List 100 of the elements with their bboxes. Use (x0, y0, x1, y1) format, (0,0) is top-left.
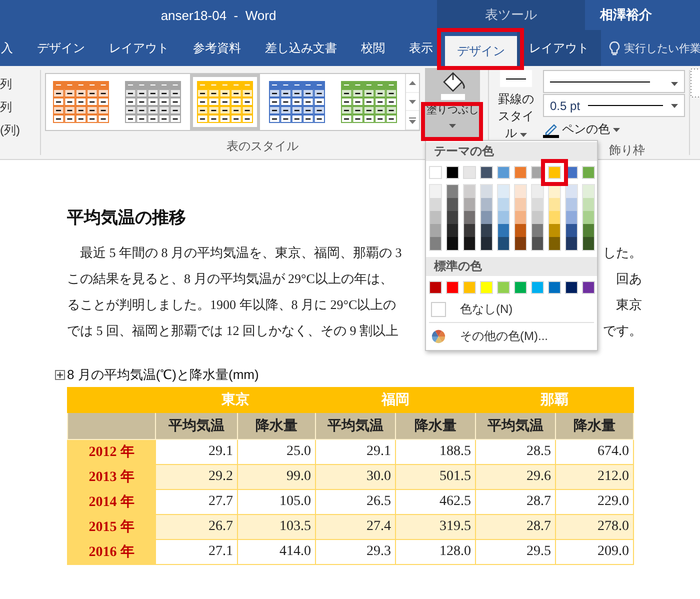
color-swatch[interactable] (515, 185, 526, 198)
scroll-down-icon[interactable] (409, 100, 416, 104)
color-swatch[interactable] (463, 281, 476, 294)
color-swatch[interactable] (532, 237, 543, 250)
ribbon-tab[interactable]: レイアウト (517, 30, 601, 66)
ribbon-tab[interactable]: レイアウト (97, 30, 181, 66)
color-swatch[interactable] (583, 237, 594, 250)
color-swatch[interactable] (582, 281, 595, 294)
color-swatch[interactable] (429, 166, 442, 179)
color-swatch[interactable] (583, 211, 594, 224)
color-swatch[interactable] (549, 211, 560, 224)
caret-icon (671, 104, 678, 108)
table-style-thumbnail[interactable] (190, 74, 260, 130)
border-style-button[interactable]: 罫線の スタイル (493, 70, 539, 142)
color-swatch[interactable] (514, 281, 527, 294)
color-swatch[interactable] (515, 211, 526, 224)
color-swatch[interactable] (566, 224, 577, 237)
color-swatch[interactable] (566, 237, 577, 250)
caret-icon (613, 128, 620, 132)
color-swatch[interactable] (497, 281, 510, 294)
color-swatch[interactable] (515, 237, 526, 250)
ribbon-tab[interactable]: デザイン (25, 30, 97, 66)
color-swatch[interactable] (497, 166, 510, 179)
more-icon[interactable] (409, 116, 416, 124)
table-cell: 414.0 (238, 540, 316, 564)
color-swatch[interactable] (481, 198, 492, 211)
color-swatch[interactable] (566, 198, 577, 211)
color-swatch[interactable] (430, 198, 441, 211)
line-style-dropdown[interactable] (543, 70, 685, 93)
color-swatch[interactable] (447, 237, 458, 250)
style-option[interactable]: 列 (0, 99, 40, 116)
color-swatch[interactable] (480, 281, 493, 294)
color-swatch[interactable] (481, 237, 492, 250)
color-swatch[interactable] (430, 185, 441, 198)
color-swatch[interactable] (447, 185, 458, 198)
color-swatch[interactable] (481, 185, 492, 198)
ribbon-tab[interactable]: 入 (0, 30, 25, 66)
color-swatch[interactable] (548, 281, 561, 294)
color-swatch[interactable] (531, 281, 544, 294)
color-swatch[interactable] (565, 281, 578, 294)
color-swatch[interactable] (532, 211, 543, 224)
color-swatch[interactable] (464, 224, 475, 237)
color-swatch[interactable] (566, 185, 577, 198)
color-swatch[interactable] (515, 224, 526, 237)
more-colors-item[interactable]: その他の色(M)... (426, 325, 597, 347)
color-swatch[interactable] (583, 198, 594, 211)
color-swatch[interactable] (498, 224, 509, 237)
color-swatch[interactable] (446, 166, 459, 179)
style-option[interactable]: (列) (0, 122, 40, 139)
color-swatch[interactable] (480, 166, 493, 179)
color-swatch[interactable] (430, 237, 441, 250)
color-swatch[interactable] (447, 198, 458, 211)
color-swatch[interactable] (549, 198, 560, 211)
pen-color-button[interactable]: ペンの色 (543, 121, 685, 138)
color-swatch[interactable] (515, 198, 526, 211)
color-swatch[interactable] (446, 281, 459, 294)
color-swatch[interactable] (447, 211, 458, 224)
scroll-up-icon[interactable] (409, 80, 416, 85)
color-swatch[interactable] (464, 198, 475, 211)
context-title: 表ツール (485, 6, 537, 24)
color-swatch[interactable] (481, 224, 492, 237)
color-swatch[interactable] (532, 185, 543, 198)
color-swatch[interactable] (464, 185, 475, 198)
color-swatch[interactable] (429, 281, 442, 294)
color-swatch[interactable] (464, 237, 475, 250)
style-option[interactable]: 列 (0, 76, 40, 93)
color-swatch[interactable] (430, 224, 441, 237)
ribbon-tab[interactable]: 表示 (397, 30, 445, 66)
column-header: 降水量 (238, 412, 316, 440)
ribbon-tab[interactable]: デザイン (445, 36, 517, 66)
color-swatch[interactable] (481, 211, 492, 224)
color-swatch[interactable] (498, 211, 509, 224)
color-swatch[interactable] (583, 224, 594, 237)
document-heading: 平均気温の推移 (67, 208, 186, 228)
paragraph-text: では 5 回、福岡と那覇では 12 回しかなく、その 9 割以上 (67, 322, 398, 340)
caret-icon (671, 82, 678, 86)
ribbon-tab[interactable]: 参考資料 (181, 30, 253, 66)
color-swatch[interactable] (498, 237, 509, 250)
line-weight-dropdown[interactable]: 0.5 pt (543, 94, 685, 117)
color-swatch[interactable] (548, 166, 561, 179)
table-cell: 28.7 (476, 514, 556, 540)
color-swatch[interactable] (447, 224, 458, 237)
color-swatch[interactable] (549, 185, 560, 198)
color-swatch[interactable] (514, 166, 527, 179)
ribbon-tab[interactable]: 校閲 (349, 30, 397, 66)
color-swatch[interactable] (532, 224, 543, 237)
color-swatch[interactable] (430, 211, 441, 224)
no-color-item[interactable]: 色なし(N) (426, 298, 597, 320)
color-swatch[interactable] (566, 211, 577, 224)
color-swatch[interactable] (549, 224, 560, 237)
color-swatch[interactable] (498, 185, 509, 198)
table-cell: 319.5 (396, 514, 476, 540)
ribbon-tab[interactable]: 差し込み文書 (253, 30, 349, 66)
color-swatch[interactable] (532, 198, 543, 211)
color-swatch[interactable] (464, 211, 475, 224)
color-swatch[interactable] (463, 166, 476, 179)
color-swatch[interactable] (582, 166, 595, 179)
color-swatch[interactable] (583, 185, 594, 198)
color-swatch[interactable] (549, 237, 560, 250)
color-swatch[interactable] (498, 198, 509, 211)
